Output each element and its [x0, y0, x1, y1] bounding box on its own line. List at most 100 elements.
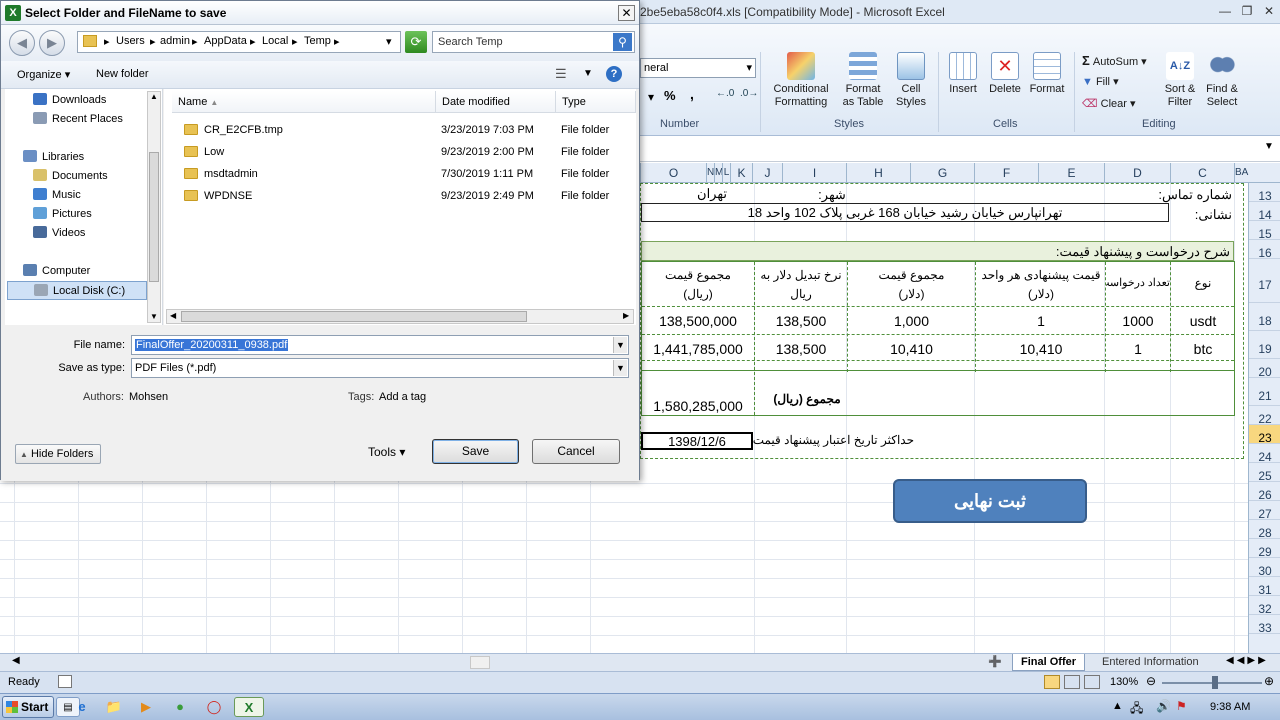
- file-list-scroll-thumb[interactable]: [181, 311, 527, 322]
- back-button[interactable]: ◀: [9, 30, 35, 56]
- column-date-header[interactable]: Date modified: [436, 91, 556, 113]
- sheet-nav-arrows[interactable]: ◀◀▶▶: [1226, 655, 1269, 666]
- scroll-right-icon[interactable]: ▶: [623, 311, 629, 320]
- flag-icon[interactable]: ⚑: [1176, 699, 1187, 713]
- sheet-tab-entered-information[interactable]: Entered Information: [1094, 654, 1207, 671]
- filename-input[interactable]: FinalOffer_20200311_0938.pdf ▼: [131, 335, 629, 355]
- row-header[interactable]: 29: [1249, 539, 1280, 559]
- volume-icon[interactable]: 🔊: [1156, 699, 1171, 713]
- formula-bar[interactable]: ▼: [640, 136, 1280, 162]
- horizontal-scroll-thumb[interactable]: [470, 656, 490, 669]
- organize-button[interactable]: Organize ▾: [17, 68, 70, 81]
- column-header-n[interactable]: N: [706, 163, 714, 183]
- row-header[interactable]: 22: [1249, 406, 1280, 426]
- row-header[interactable]: 21: [1249, 378, 1280, 406]
- row-header[interactable]: 27: [1249, 501, 1280, 521]
- row-header[interactable]: 19: [1249, 331, 1280, 359]
- column-header-m[interactable]: M: [714, 163, 723, 183]
- submit-final-button[interactable]: ثبت نهایی: [893, 479, 1087, 523]
- row-header[interactable]: 16: [1249, 240, 1280, 260]
- autosum-button[interactable]: Σ AutoSum ▾: [1082, 54, 1147, 69]
- page-layout-view-icon[interactable]: [1064, 675, 1080, 689]
- row-header[interactable]: 31: [1249, 577, 1280, 597]
- forward-button[interactable]: ▶: [39, 30, 65, 56]
- increase-decimal-icon[interactable]: ←.0: [716, 88, 734, 99]
- dialog-title-bar[interactable]: X Select Folder and FileName to save ✕: [1, 1, 639, 25]
- column-header-ba[interactable]: BA: [1234, 163, 1248, 183]
- save-button[interactable]: Save: [432, 439, 519, 464]
- scroll-down-icon[interactable]: ▼: [150, 312, 158, 321]
- format-button[interactable]: Format: [1026, 52, 1068, 96]
- file-list-hscrollbar[interactable]: ◀ ▶: [166, 309, 634, 324]
- opera-icon[interactable]: ◯: [202, 697, 226, 717]
- fill-button[interactable]: ▼ Fill ▾: [1082, 76, 1119, 89]
- page-break-view-icon[interactable]: [1084, 675, 1100, 689]
- column-header-f[interactable]: F: [974, 163, 1038, 183]
- nav-local-disk[interactable]: Local Disk (C:): [7, 281, 147, 300]
- find-select-button[interactable]: Find & Select: [1202, 52, 1242, 109]
- nav-scroll-thumb[interactable]: [149, 152, 159, 282]
- explorer-icon[interactable]: 📁: [102, 697, 126, 717]
- internet-explorer-icon[interactable]: e: [70, 697, 94, 717]
- column-header-j[interactable]: J: [752, 163, 782, 183]
- row-header[interactable]: 30: [1249, 558, 1280, 578]
- hide-folders-button[interactable]: ▲ Hide Folders: [15, 444, 101, 464]
- tags-value[interactable]: Add a tag: [379, 391, 426, 403]
- cancel-button[interactable]: Cancel: [532, 439, 620, 464]
- excel-taskbar-button[interactable]: X: [234, 697, 264, 717]
- file-row[interactable]: WPDNSE 9/23/2019 2:49 PM File folder: [164, 185, 636, 207]
- file-row[interactable]: Low 9/23/2019 2:00 PM File folder: [164, 141, 636, 163]
- column-header-i[interactable]: I: [782, 163, 846, 183]
- chrome-icon[interactable]: ●: [168, 697, 192, 717]
- row-header[interactable]: 20: [1249, 359, 1280, 379]
- row-header[interactable]: 32: [1249, 596, 1280, 616]
- breadcrumb-users[interactable]: Users: [116, 35, 145, 47]
- clock[interactable]: 9:38 AM: [1210, 701, 1250, 713]
- clear-button[interactable]: ⌫ Clear ▾: [1082, 98, 1136, 111]
- tools-button[interactable]: Tools ▾: [368, 445, 405, 459]
- row-header[interactable]: 23: [1249, 425, 1280, 445]
- row-header[interactable]: 25: [1249, 463, 1280, 483]
- chevron-down-icon[interactable]: ▼: [613, 360, 627, 376]
- row-header[interactable]: 17: [1249, 259, 1280, 303]
- address-bar[interactable]: ▸ Users ▸ admin ▸ AppData ▸ Local ▸ Temp…: [77, 31, 401, 53]
- column-header-o[interactable]: O: [640, 163, 706, 183]
- scroll-up-icon[interactable]: ▲: [150, 92, 158, 101]
- close-icon[interactable]: ✕: [618, 5, 635, 21]
- network-icon[interactable]: 🖧: [1130, 699, 1143, 720]
- insert-button[interactable]: Insert: [942, 52, 984, 96]
- macro-record-icon[interactable]: [58, 675, 72, 688]
- view-options-icon[interactable]: ☰: [555, 66, 567, 82]
- file-row[interactable]: CR_E2CFB.tmp 3/23/2019 7:03 PM File fold…: [164, 119, 636, 141]
- decrease-decimal-icon[interactable]: .0→: [740, 88, 758, 99]
- savetype-select[interactable]: PDF Files (*.pdf) ▼: [131, 358, 629, 378]
- row-header[interactable]: 24: [1249, 444, 1280, 464]
- column-header-k[interactable]: K: [730, 163, 752, 183]
- file-row[interactable]: msdtadmin 7/30/2019 1:11 PM File folder: [164, 163, 636, 185]
- comma-style-button[interactable]: ,: [690, 86, 694, 102]
- column-name-header[interactable]: Name ▲: [172, 91, 436, 113]
- minimize-button[interactable]: —: [1214, 2, 1236, 20]
- tray-expand-icon[interactable]: ▲: [1112, 700, 1123, 712]
- row-header[interactable]: 14: [1249, 202, 1280, 222]
- zoom-in-icon[interactable]: ⊕: [1264, 674, 1274, 688]
- scroll-first-sheet-icon[interactable]: ◀: [12, 655, 20, 666]
- row-header[interactable]: 26: [1249, 482, 1280, 502]
- row-header[interactable]: 15: [1249, 221, 1280, 241]
- active-cell[interactable]: 1398/12/6: [641, 432, 753, 450]
- format-as-table-button[interactable]: Format as Table: [838, 52, 888, 109]
- authors-value[interactable]: Mohsen: [129, 391, 168, 403]
- help-icon[interactable]: ?: [606, 66, 622, 82]
- close-button[interactable]: ✕: [1258, 2, 1280, 20]
- nav-computer[interactable]: Computer: [23, 262, 163, 281]
- breadcrumb-appdata[interactable]: AppData: [204, 35, 247, 47]
- nav-libraries[interactable]: Libraries: [23, 148, 163, 167]
- breadcrumb-temp[interactable]: Temp: [304, 35, 331, 47]
- row-header[interactable]: 18: [1249, 303, 1280, 331]
- zoom-slider-thumb[interactable]: [1212, 676, 1218, 689]
- insert-sheet-icon[interactable]: ➕: [988, 655, 1002, 668]
- row-header[interactable]: 28: [1249, 520, 1280, 540]
- number-format-select[interactable]: neral ▾: [640, 58, 756, 78]
- new-folder-button[interactable]: New folder: [96, 68, 149, 80]
- breadcrumb-admin[interactable]: admin: [160, 35, 190, 47]
